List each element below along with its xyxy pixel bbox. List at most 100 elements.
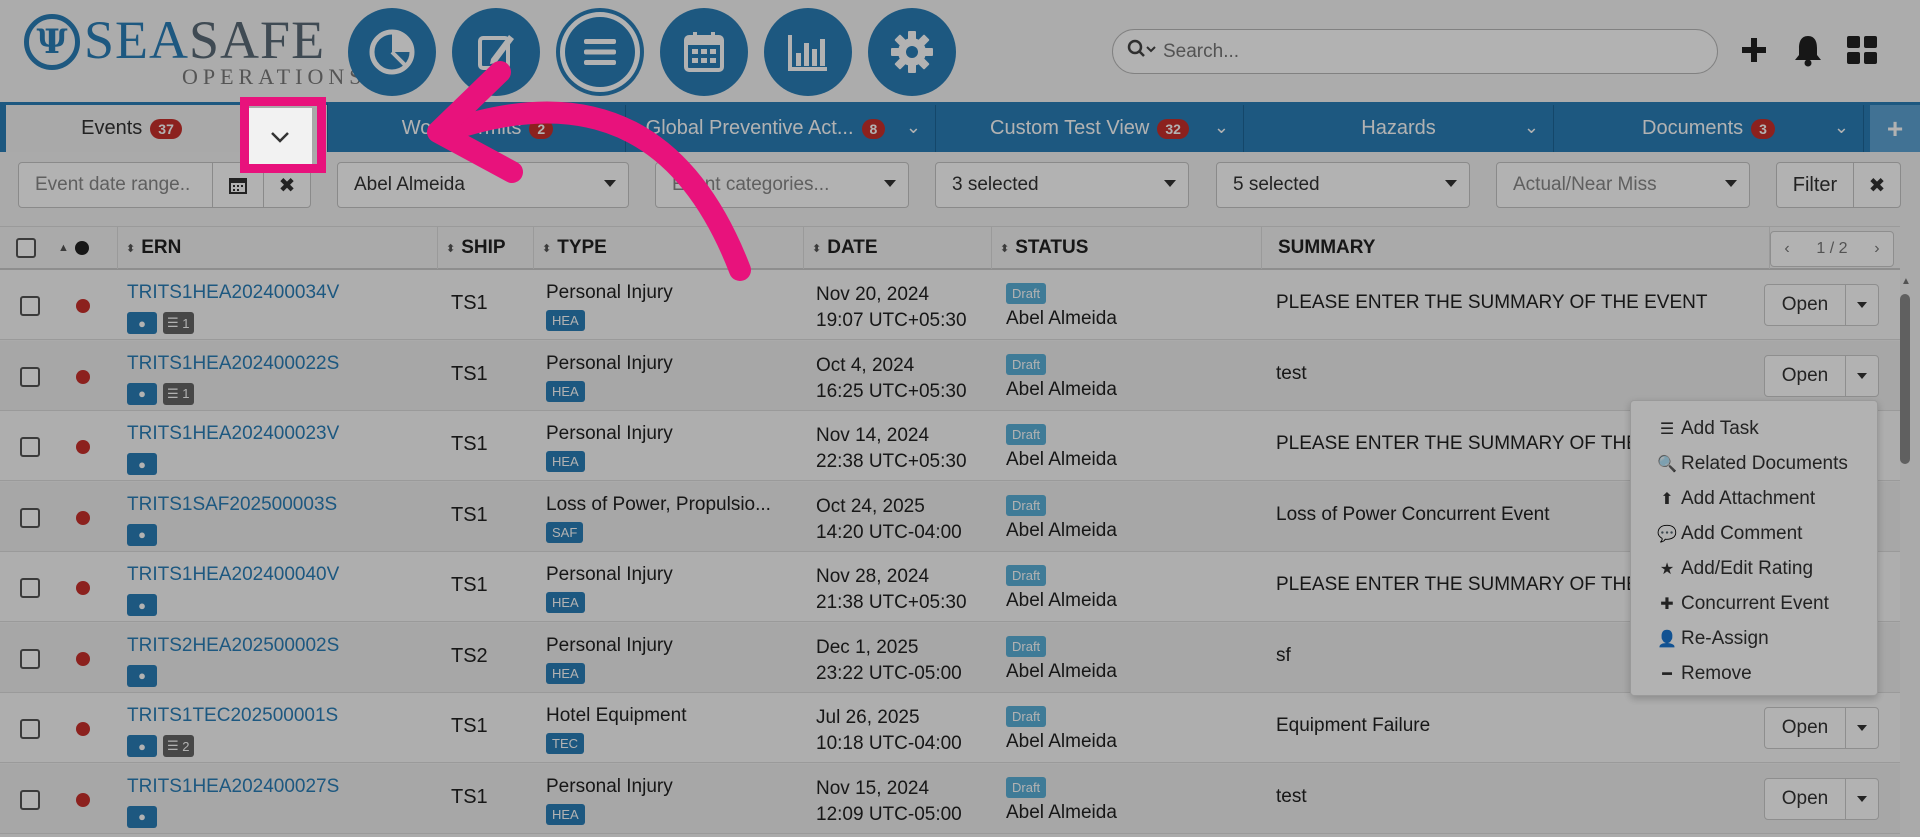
tab-documents[interactable]: Documents 3 ⌄ [1554, 105, 1864, 152]
chevron-right-icon[interactable]: › [1874, 240, 1879, 258]
chevron-down-icon[interactable]: ⌄ [1214, 117, 1229, 138]
menu-item[interactable]: ⬆ Add Attachment [1631, 481, 1877, 516]
notifications-button[interactable] [1786, 28, 1830, 72]
ern-link[interactable]: TRITS1HEA202400023V [127, 423, 339, 445]
table-row[interactable]: TRITS1HEA202400034V ● ☰ 1 TS1 Personal Injur… [0, 270, 1900, 340]
menu-item[interactable]: ━ Remove [1631, 656, 1877, 691]
row-actions-menu: ☰ Add Task 🔍 Related Documents ⬆ Add Attachme… [1630, 400, 1878, 696]
date-column-header[interactable]: ⬍ DATE [804, 227, 992, 269]
date-cell: Dec 1, 2025 23:22 UTC-05:00 [816, 636, 962, 684]
table-row[interactable]: TRITS2HEA202500002S ● TS2 Personal Injury HE… [0, 622, 1900, 693]
add-button[interactable] [1732, 28, 1776, 72]
status-multiselect[interactable]: 3 selected [935, 162, 1189, 208]
table-row[interactable]: TRITS1HEA202400040V ● TS1 Personal Injury HE… [0, 552, 1900, 622]
table-row[interactable]: TRITS1TEC202500001S ● ☰ 2 TS1 Hotel Equipmen… [0, 693, 1900, 763]
close-icon: ✖ [278, 174, 296, 197]
ern-link[interactable]: TRITS1HEA202400027S [127, 776, 339, 798]
category-badge: HEA [546, 662, 585, 684]
menu-item[interactable]: 🔍 Related Documents [1631, 446, 1877, 481]
search-input[interactable] [1163, 40, 1703, 63]
close-icon: ✖ [1868, 174, 1886, 197]
actions-dropdown-toggle[interactable] [1845, 777, 1879, 820]
table-row[interactable]: TRITS1HEA202400022S ● ☰ 1 TS1 Personal Injur… [0, 340, 1900, 411]
seasafe-logo[interactable]: Ψ SEASAFE OPERATIONS [24, 12, 361, 89]
tasks-icon: ☰ [1659, 420, 1675, 438]
menu-item[interactable]: 💬 Add Comment [1631, 516, 1877, 551]
ern-link[interactable]: TRITS1TEC202500001S [127, 705, 338, 727]
row-checkbox[interactable] [20, 296, 40, 316]
table-row[interactable]: TRITS1HEA202400027S ● TS1 Personal Injury HE… [0, 763, 1900, 834]
open-button[interactable]: Open [1764, 707, 1846, 749]
tab-custom-test-view[interactable]: Custom Test View 32 ⌄ [936, 105, 1244, 152]
priority-dot-icon [76, 440, 90, 454]
menu-item[interactable]: ★ Add/Edit Rating [1631, 551, 1877, 586]
row-checkbox[interactable] [20, 648, 40, 669]
scroll-up-icon[interactable]: ▲ [1901, 276, 1911, 287]
sort-icon: ⬍ [126, 242, 136, 255]
select-all-checkbox[interactable] [0, 227, 52, 269]
type-cell: Personal Injury [546, 352, 673, 374]
scroll-thumb[interactable] [1900, 294, 1910, 464]
status-badge: Draft [1006, 565, 1047, 586]
status-column-header[interactable]: ⬍ STATUS [992, 227, 1262, 269]
category-badge: HEA [546, 451, 585, 472]
apps-grid-button[interactable] [1840, 28, 1884, 72]
actions-dropdown-toggle[interactable] [1845, 354, 1879, 397]
ern-link[interactable]: TRITS1HEA202400040V [127, 564, 339, 586]
ship-multiselect[interactable]: 5 selected [1216, 162, 1470, 208]
chevron-down-icon[interactable]: ⌄ [906, 117, 921, 138]
count-badge: 3 [1751, 119, 1775, 139]
sort-priority-header[interactable]: ▲ [52, 227, 118, 269]
summary-cell: test [1276, 362, 1307, 384]
ern-column-header[interactable]: ⬍ ERN [118, 227, 438, 269]
ship-cell: TS1 [451, 433, 488, 455]
actual-near-miss-select[interactable]: Actual/Near Miss [1496, 162, 1750, 208]
user-icon: ● [127, 312, 157, 334]
open-button[interactable]: Open [1764, 777, 1846, 820]
ern-link[interactable]: TRITS2HEA202500002S [127, 635, 339, 657]
table-scrollbar[interactable]: ▲ [1896, 274, 1914, 834]
open-button[interactable]: Open [1764, 354, 1846, 397]
upload-icon: ⬆ [1660, 490, 1674, 508]
row-checkbox[interactable] [20, 719, 40, 739]
logo-subtitle: OPERATIONS [182, 64, 367, 89]
table-row[interactable]: TRITS1SAF202500003S ● TS1 Loss of Power, Pr… [0, 481, 1900, 552]
caret-down-icon [1445, 180, 1457, 187]
user-icon: ● [127, 523, 157, 546]
menu-item[interactable]: ✚ Concurrent Event [1631, 586, 1877, 621]
chevron-down-icon[interactable]: ⌄ [1834, 117, 1849, 138]
type-cell: Personal Injury [546, 634, 673, 656]
row-checkbox[interactable] [20, 437, 40, 457]
category-badge: HEA [546, 803, 585, 825]
nav-settings-button[interactable] [868, 8, 956, 96]
row-checkbox[interactable] [20, 578, 40, 598]
ern-link[interactable]: TRITS1SAF202500003S [127, 494, 337, 516]
page-indicator: 1 / 2 [1816, 240, 1848, 257]
ern-link[interactable]: TRITS1HEA202400034V [127, 282, 339, 304]
actions-dropdown-toggle[interactable] [1845, 284, 1879, 326]
row-checkbox[interactable] [20, 366, 40, 387]
table-header: ▲ ⬍ ERN ⬍ SHIP ⬍ TYPE ⬍ DATE ⬍ STATUS SUMMARY… [0, 226, 1900, 270]
actions-dropdown-toggle[interactable] [1845, 707, 1879, 749]
menu-item[interactable]: ☰ Add Task [1631, 411, 1877, 446]
tasks-badge: ☰ 2 [163, 735, 194, 757]
row-checkbox[interactable] [20, 507, 40, 528]
open-button[interactable]: Open [1764, 284, 1846, 326]
minus-icon: ━ [1662, 665, 1672, 683]
search-box[interactable] [1112, 29, 1718, 74]
table-row[interactable]: TRITS1HEA202400023V ● TS1 Personal Injury HE… [0, 411, 1900, 481]
ern-link[interactable]: TRITS1HEA202400022S [127, 353, 339, 375]
menu-item[interactable]: 👤 Re-Assign [1631, 621, 1877, 656]
chevron-left-icon[interactable]: ‹ [1784, 240, 1789, 258]
reset-filter-button[interactable]: ✖ [1853, 162, 1901, 208]
add-tab-button[interactable]: + [1870, 105, 1920, 152]
summary-cell: test [1276, 785, 1307, 807]
comment-icon: 💬 [1657, 525, 1677, 543]
row-checkbox[interactable] [20, 789, 40, 810]
search-icon[interactable] [1127, 39, 1157, 64]
tab-hazards[interactable]: Hazards ⌄ [1244, 105, 1554, 152]
chevron-down-icon[interactable]: ⌄ [1524, 117, 1539, 138]
filter-button[interactable]: Filter [1776, 162, 1854, 208]
category-badge: HEA [546, 310, 585, 331]
date-range-input[interactable]: Event date range.. [18, 162, 214, 208]
